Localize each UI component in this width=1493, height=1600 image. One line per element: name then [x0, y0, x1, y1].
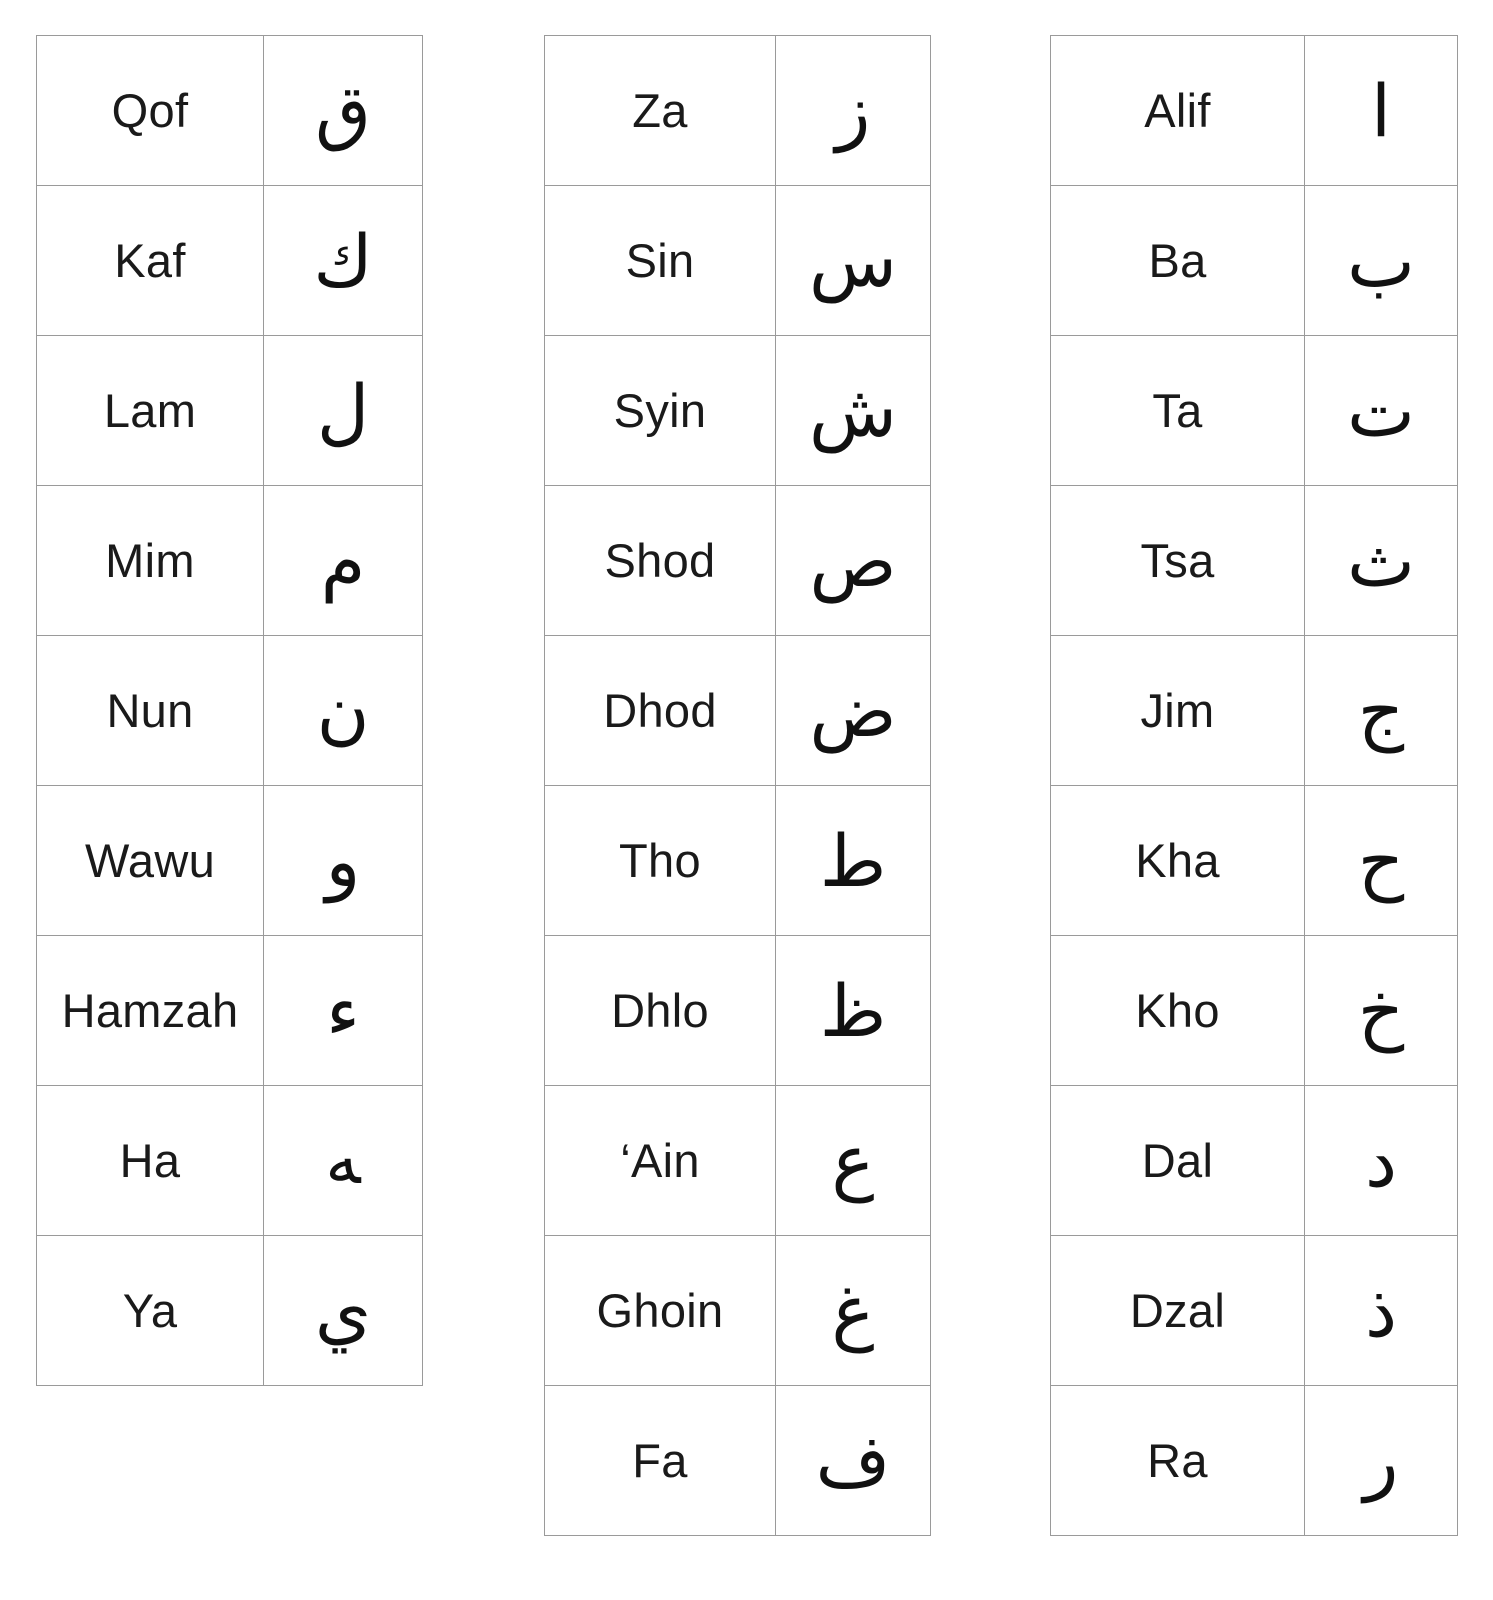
- letter-name-cell: Kaf: [36, 185, 264, 336]
- letter-row: Ghoin غ: [544, 1235, 931, 1386]
- letter-row: Dhod ض: [544, 635, 931, 786]
- letter-row: Alif ا: [1050, 35, 1458, 186]
- letter-row: Jim ج: [1050, 635, 1458, 786]
- letter-name-cell: Dhlo: [544, 935, 776, 1086]
- letter-name-cell: Syin: [544, 335, 776, 486]
- letter-row: Qof ق: [36, 35, 423, 186]
- arabic-letter-glyph: ز: [775, 35, 931, 186]
- letter-row: Wawu و: [36, 785, 423, 936]
- arabic-letter-glyph: ي: [263, 1235, 423, 1386]
- letter-name-cell: Ra: [1050, 1385, 1305, 1536]
- letter-row: ‘Ain ع: [544, 1085, 931, 1236]
- letter-row: Za ز: [544, 35, 931, 186]
- letter-name-cell: Fa: [544, 1385, 776, 1536]
- arabic-letter-glyph: ب: [1304, 185, 1458, 336]
- letter-name-cell: Shod: [544, 485, 776, 636]
- letter-row: Tho ط: [544, 785, 931, 936]
- letter-row: Fa ف: [544, 1385, 931, 1536]
- letter-row: Ba ب: [1050, 185, 1458, 336]
- letter-name-cell: Sin: [544, 185, 776, 336]
- letter-row: Kaf ك: [36, 185, 423, 336]
- letter-name-cell: Ghoin: [544, 1235, 776, 1386]
- letter-row: Syin ش: [544, 335, 931, 486]
- arabic-letter-glyph: ص: [775, 485, 931, 636]
- letter-row: Tsa ث: [1050, 485, 1458, 636]
- arabic-letter-glyph: ظ: [775, 935, 931, 1086]
- arabic-letter-glyph: ﻪ: [263, 1085, 423, 1236]
- letter-name-cell: Ha: [36, 1085, 264, 1236]
- letter-row: Kha ح: [1050, 785, 1458, 936]
- letter-name-cell: Za: [544, 35, 776, 186]
- letter-row: Ha ﻪ: [36, 1085, 423, 1236]
- arabic-letter-glyph: ح: [1304, 785, 1458, 936]
- letter-name-cell: Alif: [1050, 35, 1305, 186]
- arabic-letter-glyph: ش: [775, 335, 931, 486]
- letter-name-cell: Dhod: [544, 635, 776, 786]
- letter-name-cell: Kha: [1050, 785, 1305, 936]
- letter-table-column-3: Alif ا Ba ب Ta ت Tsa ث Jim ج Kha ح Kho خ Dal د Dzal ذ Ra ر: [1050, 35, 1458, 1536]
- arabic-letter-glyph: ا: [1304, 35, 1458, 186]
- letter-row: Ta ت: [1050, 335, 1458, 486]
- letter-row: Lam ل: [36, 335, 423, 486]
- letter-row: Dzal ذ: [1050, 1235, 1458, 1386]
- letter-name-cell: ‘Ain: [544, 1085, 776, 1236]
- letter-table-column-2: Za ز Sin س Syin ش Shod ص Dhod ض Tho ط Dhlo ظ ‘Ain ع Ghoi…: [544, 35, 931, 1536]
- letter-row: Ra ر: [1050, 1385, 1458, 1536]
- arabic-letter-glyph: ر: [1304, 1385, 1458, 1536]
- arabic-letter-glyph: و: [263, 785, 423, 936]
- letter-table-column-1: Qof ق Kaf ك Lam ل Mim م Nun ن Wawu و Hamzah ء Ha ﻪ Ya ي: [36, 35, 423, 1386]
- letter-name-cell: Dal: [1050, 1085, 1305, 1236]
- arabic-letter-glyph: ث: [1304, 485, 1458, 636]
- letter-row: Ya ي: [36, 1235, 423, 1386]
- letter-name-cell: Qof: [36, 35, 264, 186]
- letter-name-cell: Ya: [36, 1235, 264, 1386]
- letter-name-cell: Hamzah: [36, 935, 264, 1086]
- letter-row: Shod ص: [544, 485, 931, 636]
- letter-name-cell: Kho: [1050, 935, 1305, 1086]
- letter-row: Kho خ: [1050, 935, 1458, 1086]
- letter-name-cell: Lam: [36, 335, 264, 486]
- letter-row: Mim م: [36, 485, 423, 636]
- letter-name-cell: Tsa: [1050, 485, 1305, 636]
- letter-table-body-2: Za ز Sin س Syin ش Shod ص Dhod ض Tho ط Dhlo ظ ‘Ain ع Ghoi…: [544, 35, 931, 1536]
- letter-row: Hamzah ء: [36, 935, 423, 1086]
- arabic-letter-glyph: م: [263, 485, 423, 636]
- letter-row: Dhlo ظ: [544, 935, 931, 1086]
- arabic-letter-glyph: ع: [775, 1085, 931, 1236]
- arabic-letter-glyph: غ: [775, 1235, 931, 1386]
- hijaiyah-chart-page: Qof ق Kaf ك Lam ل Mim م Nun ن Wawu و Hamzah ء Ha ﻪ Ya ي Z…: [0, 0, 1493, 1600]
- arabic-letter-glyph: ت: [1304, 335, 1458, 486]
- arabic-letter-glyph: ق: [263, 35, 423, 186]
- letter-row: Sin س: [544, 185, 931, 336]
- arabic-letter-glyph: خ: [1304, 935, 1458, 1086]
- letter-table-body-1: Qof ق Kaf ك Lam ل Mim م Nun ن Wawu و Hamzah ء Ha ﻪ Ya ي: [36, 35, 423, 1386]
- letter-table-body-3: Alif ا Ba ب Ta ت Tsa ث Jim ج Kha ح Kho خ Dal د Dzal ذ Ra ر: [1050, 35, 1458, 1536]
- arabic-letter-glyph: ف: [775, 1385, 931, 1536]
- letter-name-cell: Ba: [1050, 185, 1305, 336]
- letter-name-cell: Tho: [544, 785, 776, 936]
- letter-name-cell: Dzal: [1050, 1235, 1305, 1386]
- arabic-letter-glyph: ل: [263, 335, 423, 486]
- letter-name-cell: Ta: [1050, 335, 1305, 486]
- arabic-letter-glyph: ض: [775, 635, 931, 786]
- arabic-letter-glyph: ك: [263, 185, 423, 336]
- arabic-letter-glyph: د: [1304, 1085, 1458, 1236]
- arabic-letter-glyph: ء: [263, 935, 423, 1086]
- letter-name-cell: Nun: [36, 635, 264, 786]
- letter-name-cell: Jim: [1050, 635, 1305, 786]
- arabic-letter-glyph: ج: [1304, 635, 1458, 786]
- arabic-letter-glyph: ن: [263, 635, 423, 786]
- letter-name-cell: Mim: [36, 485, 264, 636]
- arabic-letter-glyph: س: [775, 185, 931, 336]
- letter-name-cell: Wawu: [36, 785, 264, 936]
- arabic-letter-glyph: ط: [775, 785, 931, 936]
- arabic-letter-glyph: ذ: [1304, 1235, 1458, 1386]
- letter-row: Dal د: [1050, 1085, 1458, 1236]
- letter-row: Nun ن: [36, 635, 423, 786]
